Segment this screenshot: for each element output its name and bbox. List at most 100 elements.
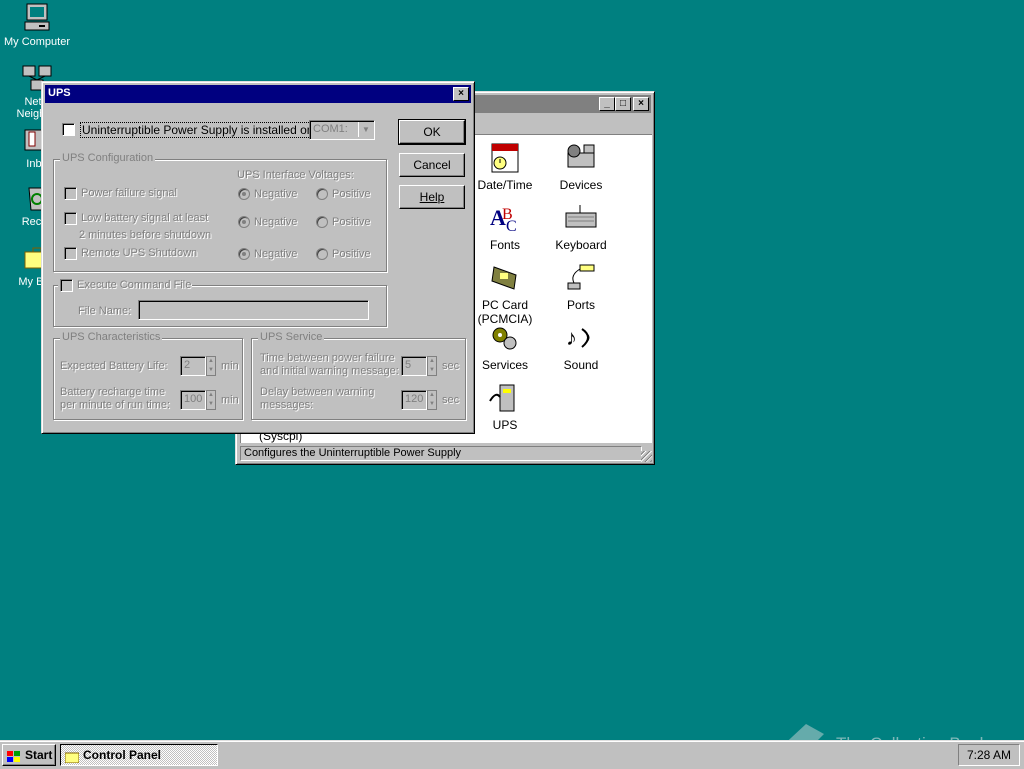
cp-item-ports[interactable]: Ports xyxy=(543,261,619,312)
resize-grip-icon[interactable] xyxy=(641,451,652,462)
recharge-time-spinner[interactable]: ▲ ▼ xyxy=(206,390,216,410)
date-time-icon xyxy=(488,141,522,175)
spin-down-icon[interactable]: ▼ xyxy=(428,400,436,409)
spin-up-icon[interactable]: ▲ xyxy=(207,357,215,366)
spin-up-icon[interactable]: ▲ xyxy=(428,391,436,400)
ups-configuration-label: UPS Configuration xyxy=(60,152,156,164)
port-select-value: COM1: xyxy=(313,123,348,135)
cp-item-services[interactable]: Services xyxy=(467,321,543,372)
taskbar-control-panel-button[interactable]: Control Panel xyxy=(60,744,218,766)
recharge-time-unit: min xyxy=(221,394,239,406)
power-failure-negative-label: Negative xyxy=(254,188,298,200)
remote-shutdown-negative-label: Negative xyxy=(254,248,298,260)
power-failure-positive-label: Positive xyxy=(332,188,371,200)
control-panel-icon xyxy=(64,749,80,764)
low-battery-positive-radio[interactable] xyxy=(316,216,328,228)
svg-text:C: C xyxy=(506,218,517,235)
execute-command-label: Execute Command File xyxy=(77,279,192,291)
spin-up-icon[interactable]: ▲ xyxy=(428,357,436,366)
ups-installed-checkbox[interactable] xyxy=(62,123,75,136)
clock-text: 7:28 AM xyxy=(966,748,1012,762)
minimize-button[interactable]: _ xyxy=(599,97,615,111)
time-between-label-line2: and initial warning message: xyxy=(260,365,399,377)
remote-shutdown-negative-radio[interactable] xyxy=(238,248,250,260)
power-failure-label: Power failure signal xyxy=(81,187,177,199)
power-failure-positive-radio[interactable] xyxy=(316,188,328,200)
low-battery-label: Low battery signal at least xyxy=(81,212,209,224)
ups-dialog-title: UPS xyxy=(48,87,71,99)
start-button[interactable]: Start xyxy=(2,744,56,766)
ups-configuration-group: UPS Configuration UPS Interface Voltages… xyxy=(53,152,387,272)
recharge-time-value: 100 xyxy=(184,393,203,405)
cp-item-date-time[interactable]: Date/Time xyxy=(467,141,543,192)
low-battery-negative-label: Negative xyxy=(254,216,298,228)
cp-item-devices[interactable]: Devices xyxy=(543,141,619,192)
delay-between-input[interactable]: 120 xyxy=(401,390,427,410)
low-battery-checkbox[interactable] xyxy=(64,212,77,225)
file-name-label: File Name: xyxy=(78,305,132,317)
time-between-label: Time between power failure xyxy=(260,352,395,364)
recharge-time-input[interactable]: 100 xyxy=(180,390,206,410)
chevron-down-icon[interactable]: ▼ xyxy=(358,122,373,137)
cancel-button[interactable]: Cancel xyxy=(399,153,465,177)
spin-down-icon[interactable]: ▼ xyxy=(207,366,215,375)
ups-installed-label[interactable]: Uninterruptible Power Supply is installe… xyxy=(80,122,319,138)
close-button[interactable]: × xyxy=(633,97,649,111)
my-computer-icon xyxy=(21,2,53,34)
cp-item-sound[interactable]: ♪ Sound xyxy=(543,321,619,372)
expected-life-spinner[interactable]: ▲ ▼ xyxy=(206,356,216,376)
remote-shutdown-checkbox[interactable] xyxy=(64,247,77,260)
execute-command-checkbox[interactable] xyxy=(60,279,73,292)
cp-item-label: Ports xyxy=(566,298,595,312)
low-battery-positive-label: Positive xyxy=(332,216,371,228)
cp-item-label: Devices xyxy=(559,178,603,192)
help-button[interactable]: Help xyxy=(399,185,465,209)
expected-life-input[interactable]: 2 xyxy=(180,356,206,376)
remote-shutdown-positive-label: Positive xyxy=(332,248,371,260)
spin-down-icon[interactable]: ▼ xyxy=(207,400,215,409)
low-battery-negative-radio[interactable] xyxy=(238,216,250,228)
cp-item-pc-card[interactable]: PC Card (PCMCIA) xyxy=(467,261,543,326)
ups-service-label: UPS Service xyxy=(258,331,325,343)
cp-item-label: Date/Time xyxy=(477,178,533,192)
cp-item-fonts[interactable]: ABC Fonts xyxy=(467,201,543,252)
execute-command-group: Execute Command File File Name: xyxy=(53,278,387,327)
spin-down-icon[interactable]: ▼ xyxy=(428,366,436,375)
ok-button[interactable]: OK xyxy=(398,119,466,145)
desktop-icon-my-computer[interactable]: My Computer xyxy=(0,2,74,48)
time-between-spinner[interactable]: ▲ ▼ xyxy=(427,356,437,376)
maximize-button[interactable]: □ xyxy=(615,97,631,111)
expected-life-value: 2 xyxy=(184,359,191,371)
file-name-input[interactable] xyxy=(138,300,369,320)
cp-item-keyboard[interactable]: Keyboard xyxy=(543,201,619,252)
ups-service-group: UPS Service Time between power failure a… xyxy=(251,331,466,420)
remote-shutdown-positive-radio[interactable] xyxy=(316,248,328,260)
windows-logo-icon xyxy=(7,749,21,762)
system-tray-clock[interactable]: 7:28 AM xyxy=(958,744,1020,766)
power-failure-negative-radio[interactable] xyxy=(238,188,250,200)
recharge-time-label-line2: per minute of run time: xyxy=(60,399,171,411)
cp-item-label: UPS xyxy=(492,418,518,432)
keyboard-icon xyxy=(564,201,598,235)
fonts-icon: ABC xyxy=(488,201,522,235)
execute-command-legend: Execute Command File xyxy=(58,278,192,292)
taskbar: Start Control Panel 7:28 AM xyxy=(0,740,1024,769)
port-select[interactable]: COM1: ▼ xyxy=(309,120,375,140)
cp-item-ups[interactable]: UPS xyxy=(467,381,543,432)
taskbar-task-label: Control Panel xyxy=(83,748,162,762)
devices-icon xyxy=(564,141,598,175)
ups-dialog-titlebar[interactable]: UPS × xyxy=(45,85,471,103)
services-icon xyxy=(488,321,522,355)
ups-characteristics-label: UPS Characteristics xyxy=(60,331,163,343)
power-failure-checkbox[interactable] xyxy=(64,187,77,200)
cp-item-label: Sound xyxy=(563,358,599,372)
svg-text:♪: ♪ xyxy=(566,325,577,350)
ups-dialog[interactable]: UPS × Uninterruptible Power Supply is in… xyxy=(41,81,475,434)
spin-up-icon[interactable]: ▲ xyxy=(207,391,215,400)
start-label: Start xyxy=(25,748,53,762)
dialog-close-button[interactable]: × xyxy=(453,87,469,101)
delay-between-unit: sec xyxy=(442,394,460,406)
status-text: Configures the Uninterruptible Power Sup… xyxy=(244,447,462,459)
delay-between-spinner[interactable]: ▲ ▼ xyxy=(427,390,437,410)
time-between-input[interactable]: 5 xyxy=(401,356,427,376)
